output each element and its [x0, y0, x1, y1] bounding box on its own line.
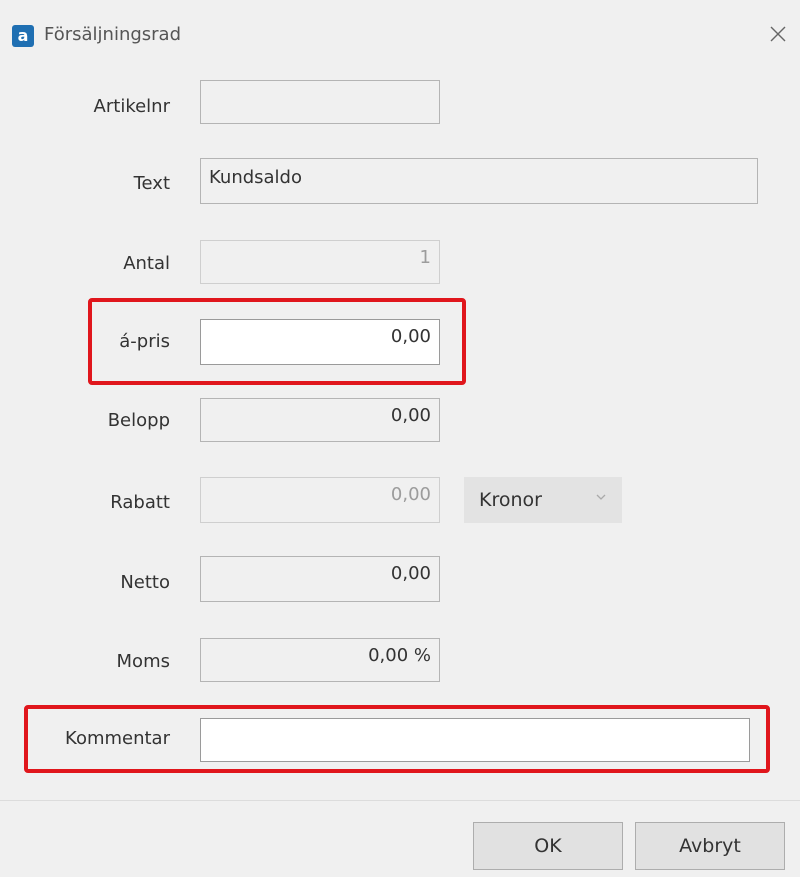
- ok-button[interactable]: OK: [473, 822, 623, 870]
- a-pris-input[interactable]: 0,00: [200, 319, 440, 365]
- artikelnr-field[interactable]: [200, 80, 440, 124]
- kommentar-input[interactable]: [200, 718, 750, 762]
- belopp-label: Belopp: [107, 410, 170, 431]
- artikelnr-label: Artikelnr: [93, 96, 170, 117]
- moms-field[interactable]: 0,00 %: [200, 638, 440, 682]
- rabatt-unit-selected: Kronor: [479, 489, 542, 511]
- footer-separator: [0, 800, 800, 801]
- text-label: Text: [133, 173, 170, 194]
- cancel-button[interactable]: Avbryt: [635, 822, 785, 870]
- belopp-field[interactable]: 0,00: [200, 398, 440, 442]
- close-button[interactable]: [764, 20, 792, 48]
- rabatt-field[interactable]: 0,00: [200, 477, 440, 523]
- title-bar: a Försäljningsrad: [0, 0, 800, 74]
- app-icon: a: [12, 25, 34, 47]
- netto-field[interactable]: 0,00: [200, 556, 440, 602]
- rabatt-unit-dropdown[interactable]: Kronor: [464, 477, 622, 523]
- close-icon: [770, 26, 786, 42]
- rabatt-label: Rabatt: [110, 492, 170, 513]
- kommentar-label: Kommentar: [65, 728, 170, 749]
- antal-field[interactable]: 1: [200, 240, 440, 284]
- antal-label: Antal: [123, 253, 170, 274]
- moms-label: Moms: [116, 651, 170, 672]
- window-title: Försäljningsrad: [44, 24, 182, 45]
- text-field[interactable]: Kundsaldo: [200, 158, 758, 204]
- a-pris-label: á-pris: [119, 331, 170, 352]
- netto-label: Netto: [120, 572, 170, 593]
- chevron-down-icon: [596, 494, 606, 500]
